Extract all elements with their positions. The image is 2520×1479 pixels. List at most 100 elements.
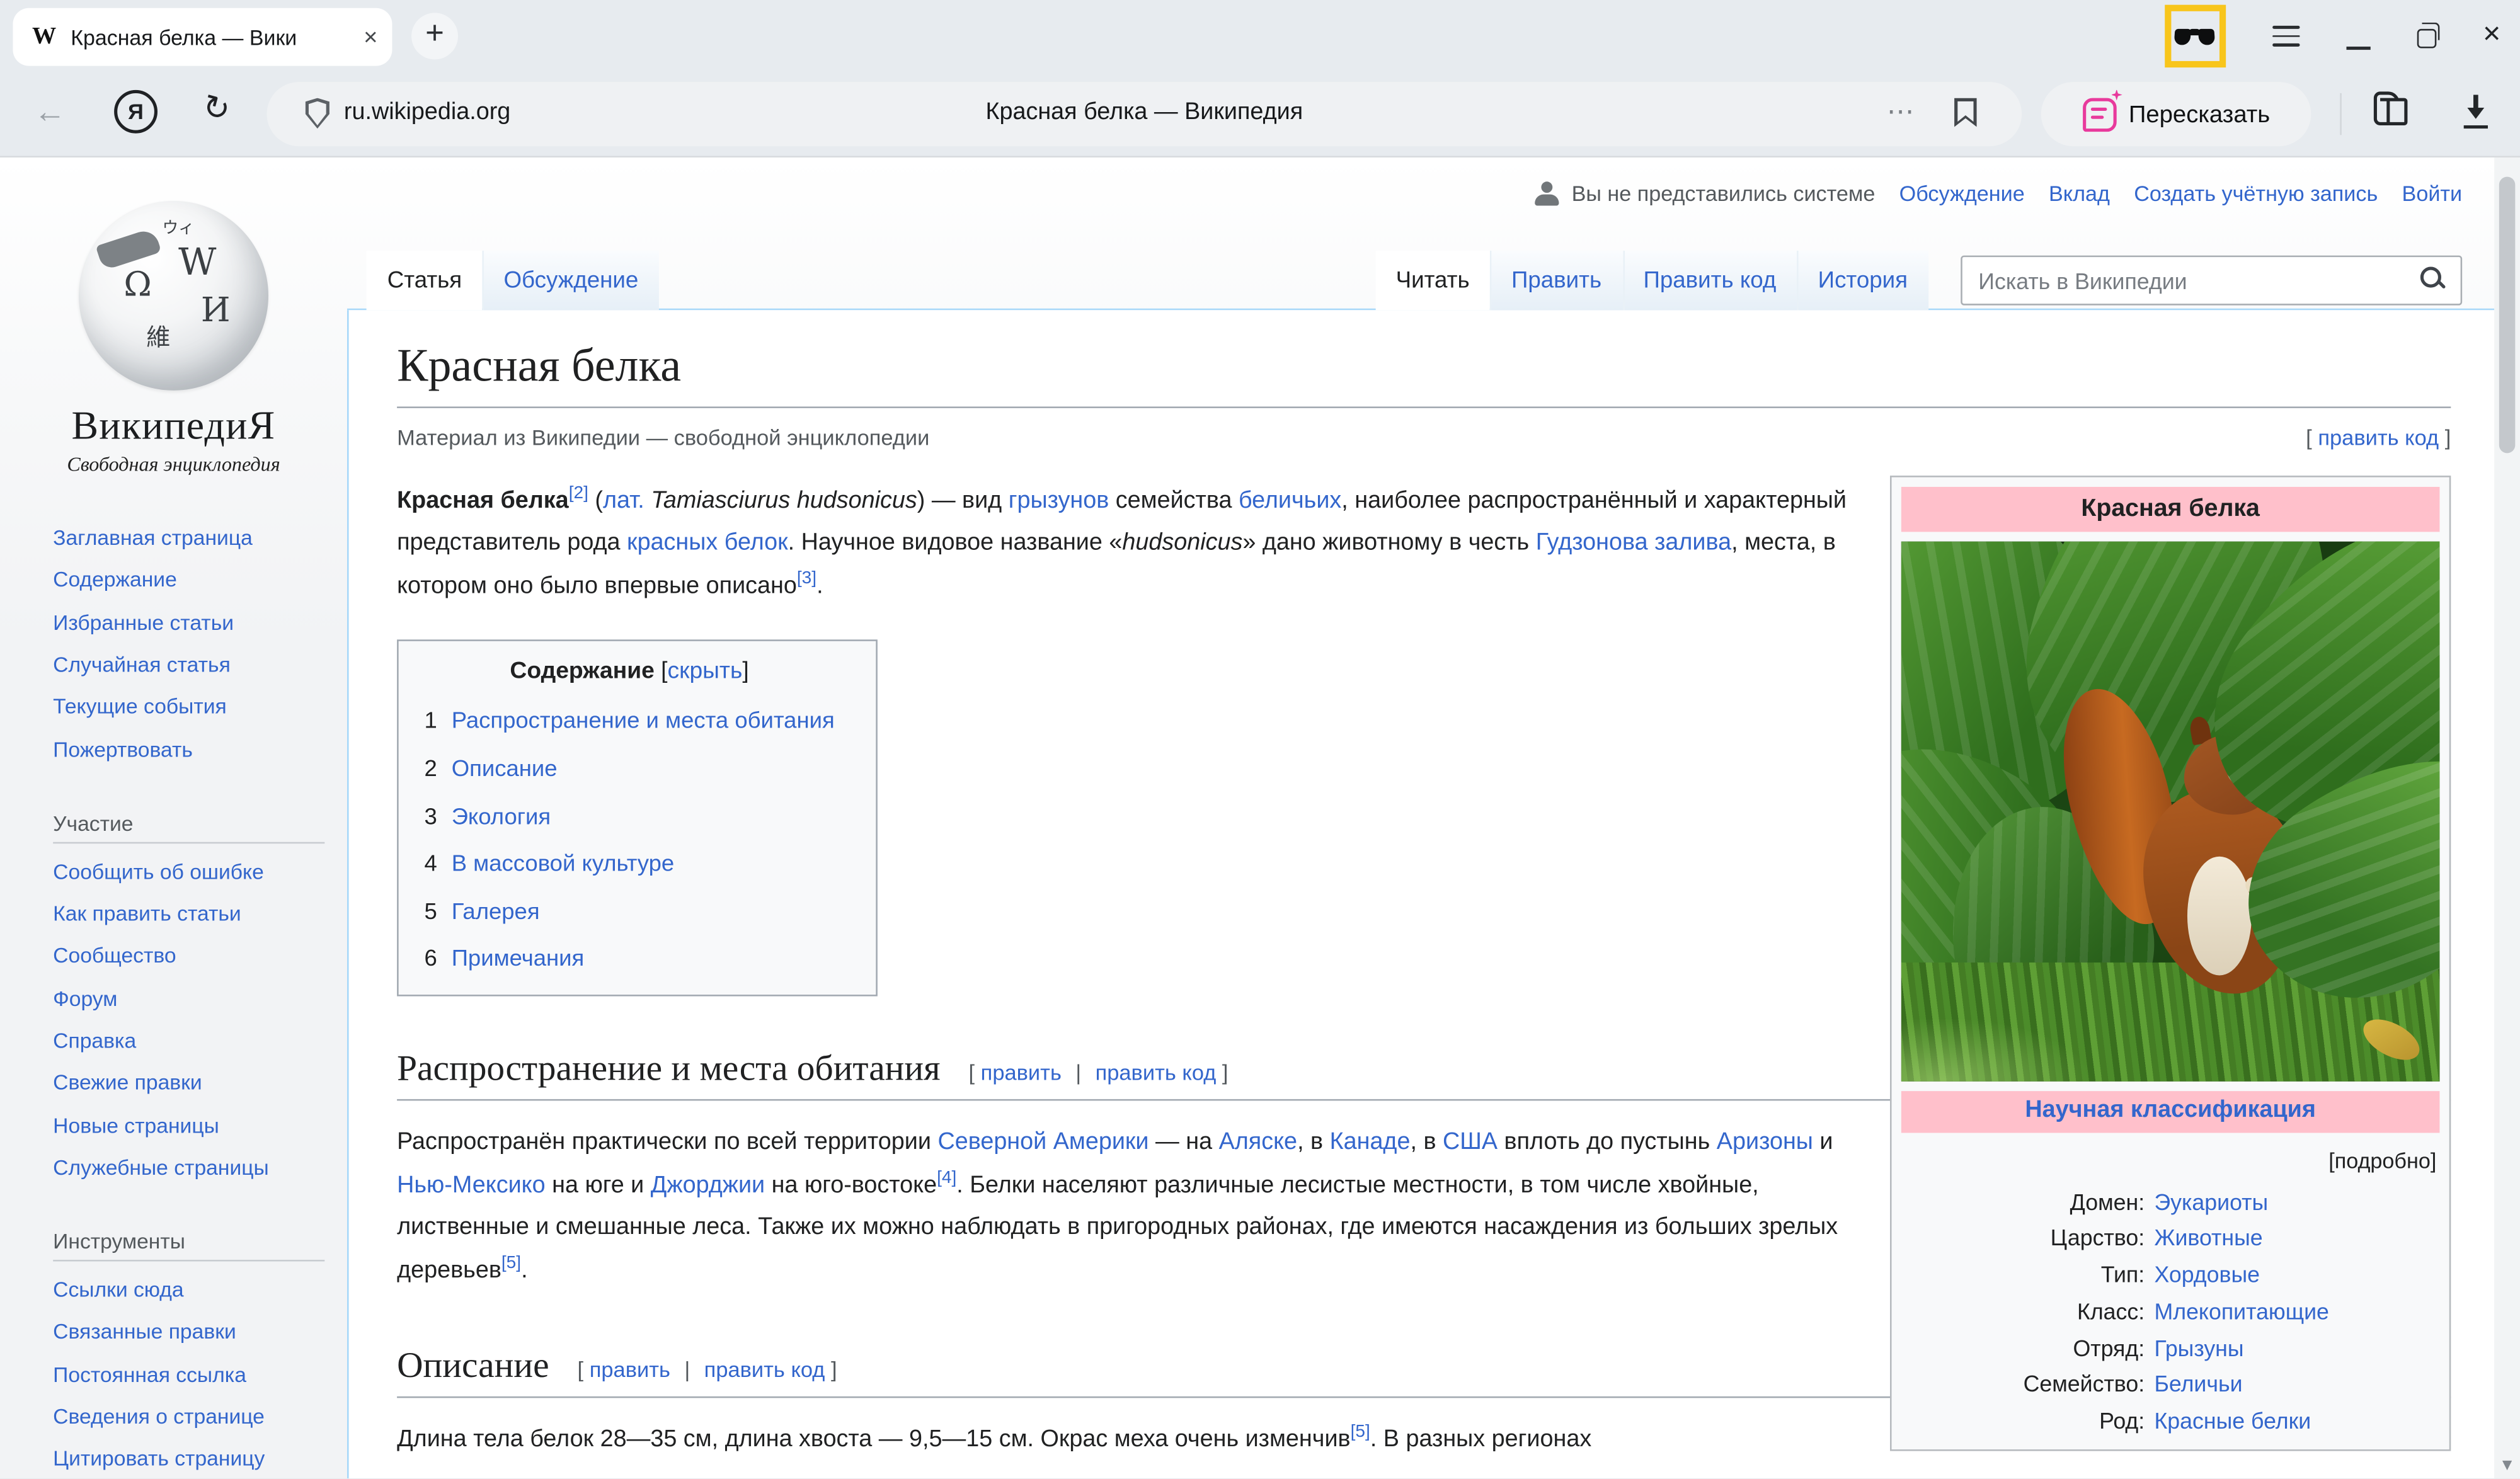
toc-link[interactable]: Примечания xyxy=(452,947,585,973)
taxon-link[interactable]: Хордовые xyxy=(2154,1257,2260,1293)
sidebar-item-random[interactable]: Случайная статья xyxy=(53,653,347,678)
incognito-glasses-highlight-box[interactable] xyxy=(2165,5,2226,67)
back-icon[interactable]: ← xyxy=(34,96,66,128)
yandex-home-icon[interactable]: Я xyxy=(114,90,158,134)
toc-link[interactable]: Галерея xyxy=(452,899,540,925)
squirrel-photo[interactable] xyxy=(1901,541,2440,1081)
sidebar-item-report-error[interactable]: Сообщить об ошибке xyxy=(53,859,347,884)
sidebar-item-community[interactable]: Сообщество xyxy=(53,944,347,969)
inline-link[interactable]: беличьих xyxy=(1239,488,1341,513)
sidebar-item-new-pages[interactable]: Новые страницы xyxy=(53,1113,347,1138)
reference-link[interactable]: [5] xyxy=(1351,1422,1370,1441)
sidebar-item-main-page[interactable]: Заглавная страница xyxy=(53,525,347,551)
tab-edit[interactable]: Править xyxy=(1491,251,1623,310)
refresh-icon[interactable]: ↻ xyxy=(199,90,234,128)
taxon-link[interactable]: Беличьи xyxy=(2154,1366,2242,1403)
bookmark-icon[interactable] xyxy=(1954,98,1977,127)
taxon-link[interactable]: Эукариоты xyxy=(2154,1184,2268,1221)
address-bar[interactable]: ru.wikipedia.org Красная белка — Википед… xyxy=(266,82,2022,146)
taxobox-row: Домен:Эукариоты xyxy=(1901,1184,2440,1221)
inline-link[interactable]: лат. xyxy=(603,488,644,513)
close-icon[interactable]: × xyxy=(2483,20,2500,50)
inline-link[interactable]: Гудзонова залива xyxy=(1536,530,1731,556)
taxobox-title: Красная белка xyxy=(1901,486,2440,532)
scrollbar-down-arrow[interactable] xyxy=(2502,1461,2511,1470)
detail-link[interactable]: подробно xyxy=(2335,1150,2431,1173)
taxon-link[interactable]: Грызуны xyxy=(2154,1330,2243,1366)
url-text[interactable]: ru.wikipedia.org xyxy=(344,100,510,125)
site-more-icon[interactable]: ⋯ xyxy=(1887,96,1916,128)
reference-link[interactable]: [3] xyxy=(797,569,816,588)
sidebar-item-forum[interactable]: Форум xyxy=(53,986,347,1011)
edit-link[interactable]: править xyxy=(981,1060,1062,1084)
inline-link[interactable]: красных белок xyxy=(627,530,788,556)
sidebar-item-current-events[interactable]: Текущие события xyxy=(53,695,347,720)
sidebar-item-recent-changes[interactable]: Свежие правки xyxy=(53,1071,347,1096)
browser-tab[interactable]: W Красная белка — Вики × xyxy=(13,8,392,66)
toc-link[interactable]: В массовой культуре xyxy=(452,852,675,877)
reference-link[interactable]: [5] xyxy=(501,1253,521,1273)
sidebar-item-donate[interactable]: Пожертвовать xyxy=(53,737,347,762)
reference-link[interactable]: [4] xyxy=(937,1168,956,1187)
inline-link[interactable]: Аляске xyxy=(1219,1130,1297,1156)
inline-link[interactable]: США xyxy=(1443,1130,1498,1156)
edit-link[interactable]: править xyxy=(590,1357,670,1381)
sidebar-item-page-info[interactable]: Сведения о странице xyxy=(53,1404,347,1429)
summarize-button[interactable]: Пересказать xyxy=(2041,82,2311,146)
inline-link[interactable]: Аризоны xyxy=(1717,1130,1813,1156)
inline-link[interactable]: Нью-Мексико xyxy=(397,1173,546,1199)
scrollbar-thumb[interactable] xyxy=(2499,177,2516,454)
browser-window: W Красная белка — Вики × + × ← Я ↻ ru.wi… xyxy=(0,0,2520,1478)
restore-icon[interactable] xyxy=(2417,28,2436,48)
sidebar-item-permanent-link[interactable]: Постоянная ссылка xyxy=(53,1362,347,1387)
page-scrollbar[interactable] xyxy=(2494,157,2520,1478)
edit-source-link[interactable]: править код xyxy=(704,1357,825,1381)
tab-read[interactable]: Читать xyxy=(1375,251,1491,310)
classification-link[interactable]: Научная классификация xyxy=(2025,1098,2316,1124)
downloads-icon[interactable] xyxy=(2464,95,2488,129)
taxon-link[interactable]: Млекопитающие xyxy=(2154,1293,2328,1330)
tab-article[interactable]: Статья xyxy=(367,251,483,310)
toc-hide-link[interactable]: скрыть xyxy=(668,660,743,685)
title-edit-section: [ править код ] xyxy=(2306,420,2451,459)
sidebar-item-what-links-here[interactable]: Ссылки сюда xyxy=(53,1277,347,1303)
search-input[interactable] xyxy=(1961,256,2462,306)
toc-link[interactable]: Распространение и места обитания xyxy=(452,709,835,735)
side-panel-icon[interactable] xyxy=(2374,91,2400,125)
minimize-icon[interactable] xyxy=(2346,20,2370,52)
edit-source-link[interactable]: править код xyxy=(1096,1060,1217,1084)
inline-link[interactable]: Джорджии xyxy=(651,1173,765,1199)
sidebar-item-help[interactable]: Справка xyxy=(53,1028,347,1053)
toc-link[interactable]: Экология xyxy=(452,804,551,830)
sidebar-item-featured[interactable]: Избранные статьи xyxy=(53,610,347,636)
omnibox-page-title: Красная белка — Википедия xyxy=(985,100,1303,125)
tab-edit-source[interactable]: Править код xyxy=(1622,251,1797,310)
taxon-link[interactable]: Животные xyxy=(2154,1220,2262,1257)
inline-link[interactable]: Канаде xyxy=(1330,1130,1411,1156)
personal-link-login[interactable]: Войти xyxy=(2402,181,2463,205)
personal-link-contribs[interactable]: Вклад xyxy=(2049,181,2110,205)
tab-discussion[interactable]: Обсуждение xyxy=(483,251,659,310)
toc-item: 1Распространение и места обитания xyxy=(424,707,834,737)
reference-link[interactable]: [2] xyxy=(569,483,588,503)
personal-link-talk[interactable]: Обсуждение xyxy=(1899,181,2025,205)
sidebar-item-related-changes[interactable]: Связанные правки xyxy=(53,1320,347,1345)
incognito-glasses-icon xyxy=(2175,27,2216,45)
search-icon[interactable] xyxy=(2420,266,2446,292)
sidebar-item-special-pages[interactable]: Служебные страницы xyxy=(53,1155,347,1180)
browser-menu-icon[interactable] xyxy=(2272,26,2300,47)
edit-source-link[interactable]: править код xyxy=(2318,426,2439,450)
inline-link[interactable]: грызунов xyxy=(1009,488,1109,513)
taxon-link[interactable]: Красные белки xyxy=(2154,1403,2311,1439)
sidebar-item-cite-page[interactable]: Цитировать страницу xyxy=(53,1446,347,1471)
personal-link-createaccount[interactable]: Создать учётную запись xyxy=(2134,181,2378,205)
sidebar-item-contents[interactable]: Содержание xyxy=(53,568,347,593)
toc-link[interactable]: Описание xyxy=(452,757,558,782)
new-tab-button[interactable]: + xyxy=(411,13,458,59)
tab-history[interactable]: История xyxy=(1797,251,1929,310)
tab-close-icon[interactable]: × xyxy=(364,25,377,49)
sidebar-item-how-to-edit[interactable]: Как править статьи xyxy=(53,901,347,927)
protect-shield-icon[interactable] xyxy=(306,98,329,128)
wikipedia-logo[interactable]: ウィ W Ω И 維 ВикипедиЯ Свободная энциклопе… xyxy=(0,157,347,477)
inline-link[interactable]: Северной Америки xyxy=(937,1130,1148,1156)
